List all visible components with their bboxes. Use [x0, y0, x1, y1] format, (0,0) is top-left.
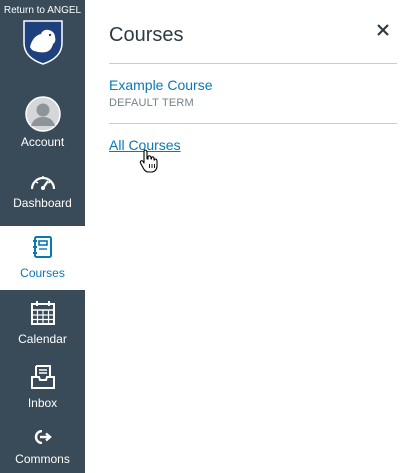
nav-label-dashboard: Dashboard [13, 196, 72, 210]
nav-label-inbox: Inbox [27, 396, 58, 410]
avatar-icon [24, 96, 61, 132]
course-term: DEFAULT TERM [109, 97, 194, 109]
commons-icon [34, 430, 52, 444]
nav-label-calendar: Calendar [18, 332, 67, 346]
nav-item-courses[interactable]: Courses [0, 226, 85, 290]
speedometer-icon [30, 176, 55, 190]
nav-item-dashboard[interactable]: Dashboard [0, 165, 85, 222]
divider [109, 123, 397, 124]
book-icon [32, 236, 52, 258]
nav-item-commons[interactable]: Commons [0, 425, 85, 473]
calendar-icon [30, 301, 55, 325]
nav-label-commons: Commons [15, 452, 70, 466]
return-to-angel-link[interactable]: Return to ANGEL [0, 5, 85, 16]
tray-title: Courses [109, 24, 184, 46]
nav-item-inbox[interactable]: Inbox [0, 358, 85, 416]
courses-tray: Courses Example Course DEFAULT TERM All … [85, 0, 403, 473]
psu-logo-icon[interactable] [22, 19, 64, 65]
course-link-example[interactable]: Example Course [109, 77, 213, 93]
nav-item-account[interactable]: Account [0, 90, 85, 152]
inbox-icon [30, 365, 55, 389]
divider [109, 63, 397, 64]
close-icon[interactable] [375, 22, 391, 38]
nav-item-calendar[interactable]: Calendar [0, 293, 85, 351]
hand-cursor-icon [139, 149, 158, 173]
nav-label-courses: Courses [20, 266, 65, 280]
global-nav: Return to ANGEL Account Dashboard Course… [0, 0, 85, 473]
nav-label-account: Account [20, 135, 65, 149]
